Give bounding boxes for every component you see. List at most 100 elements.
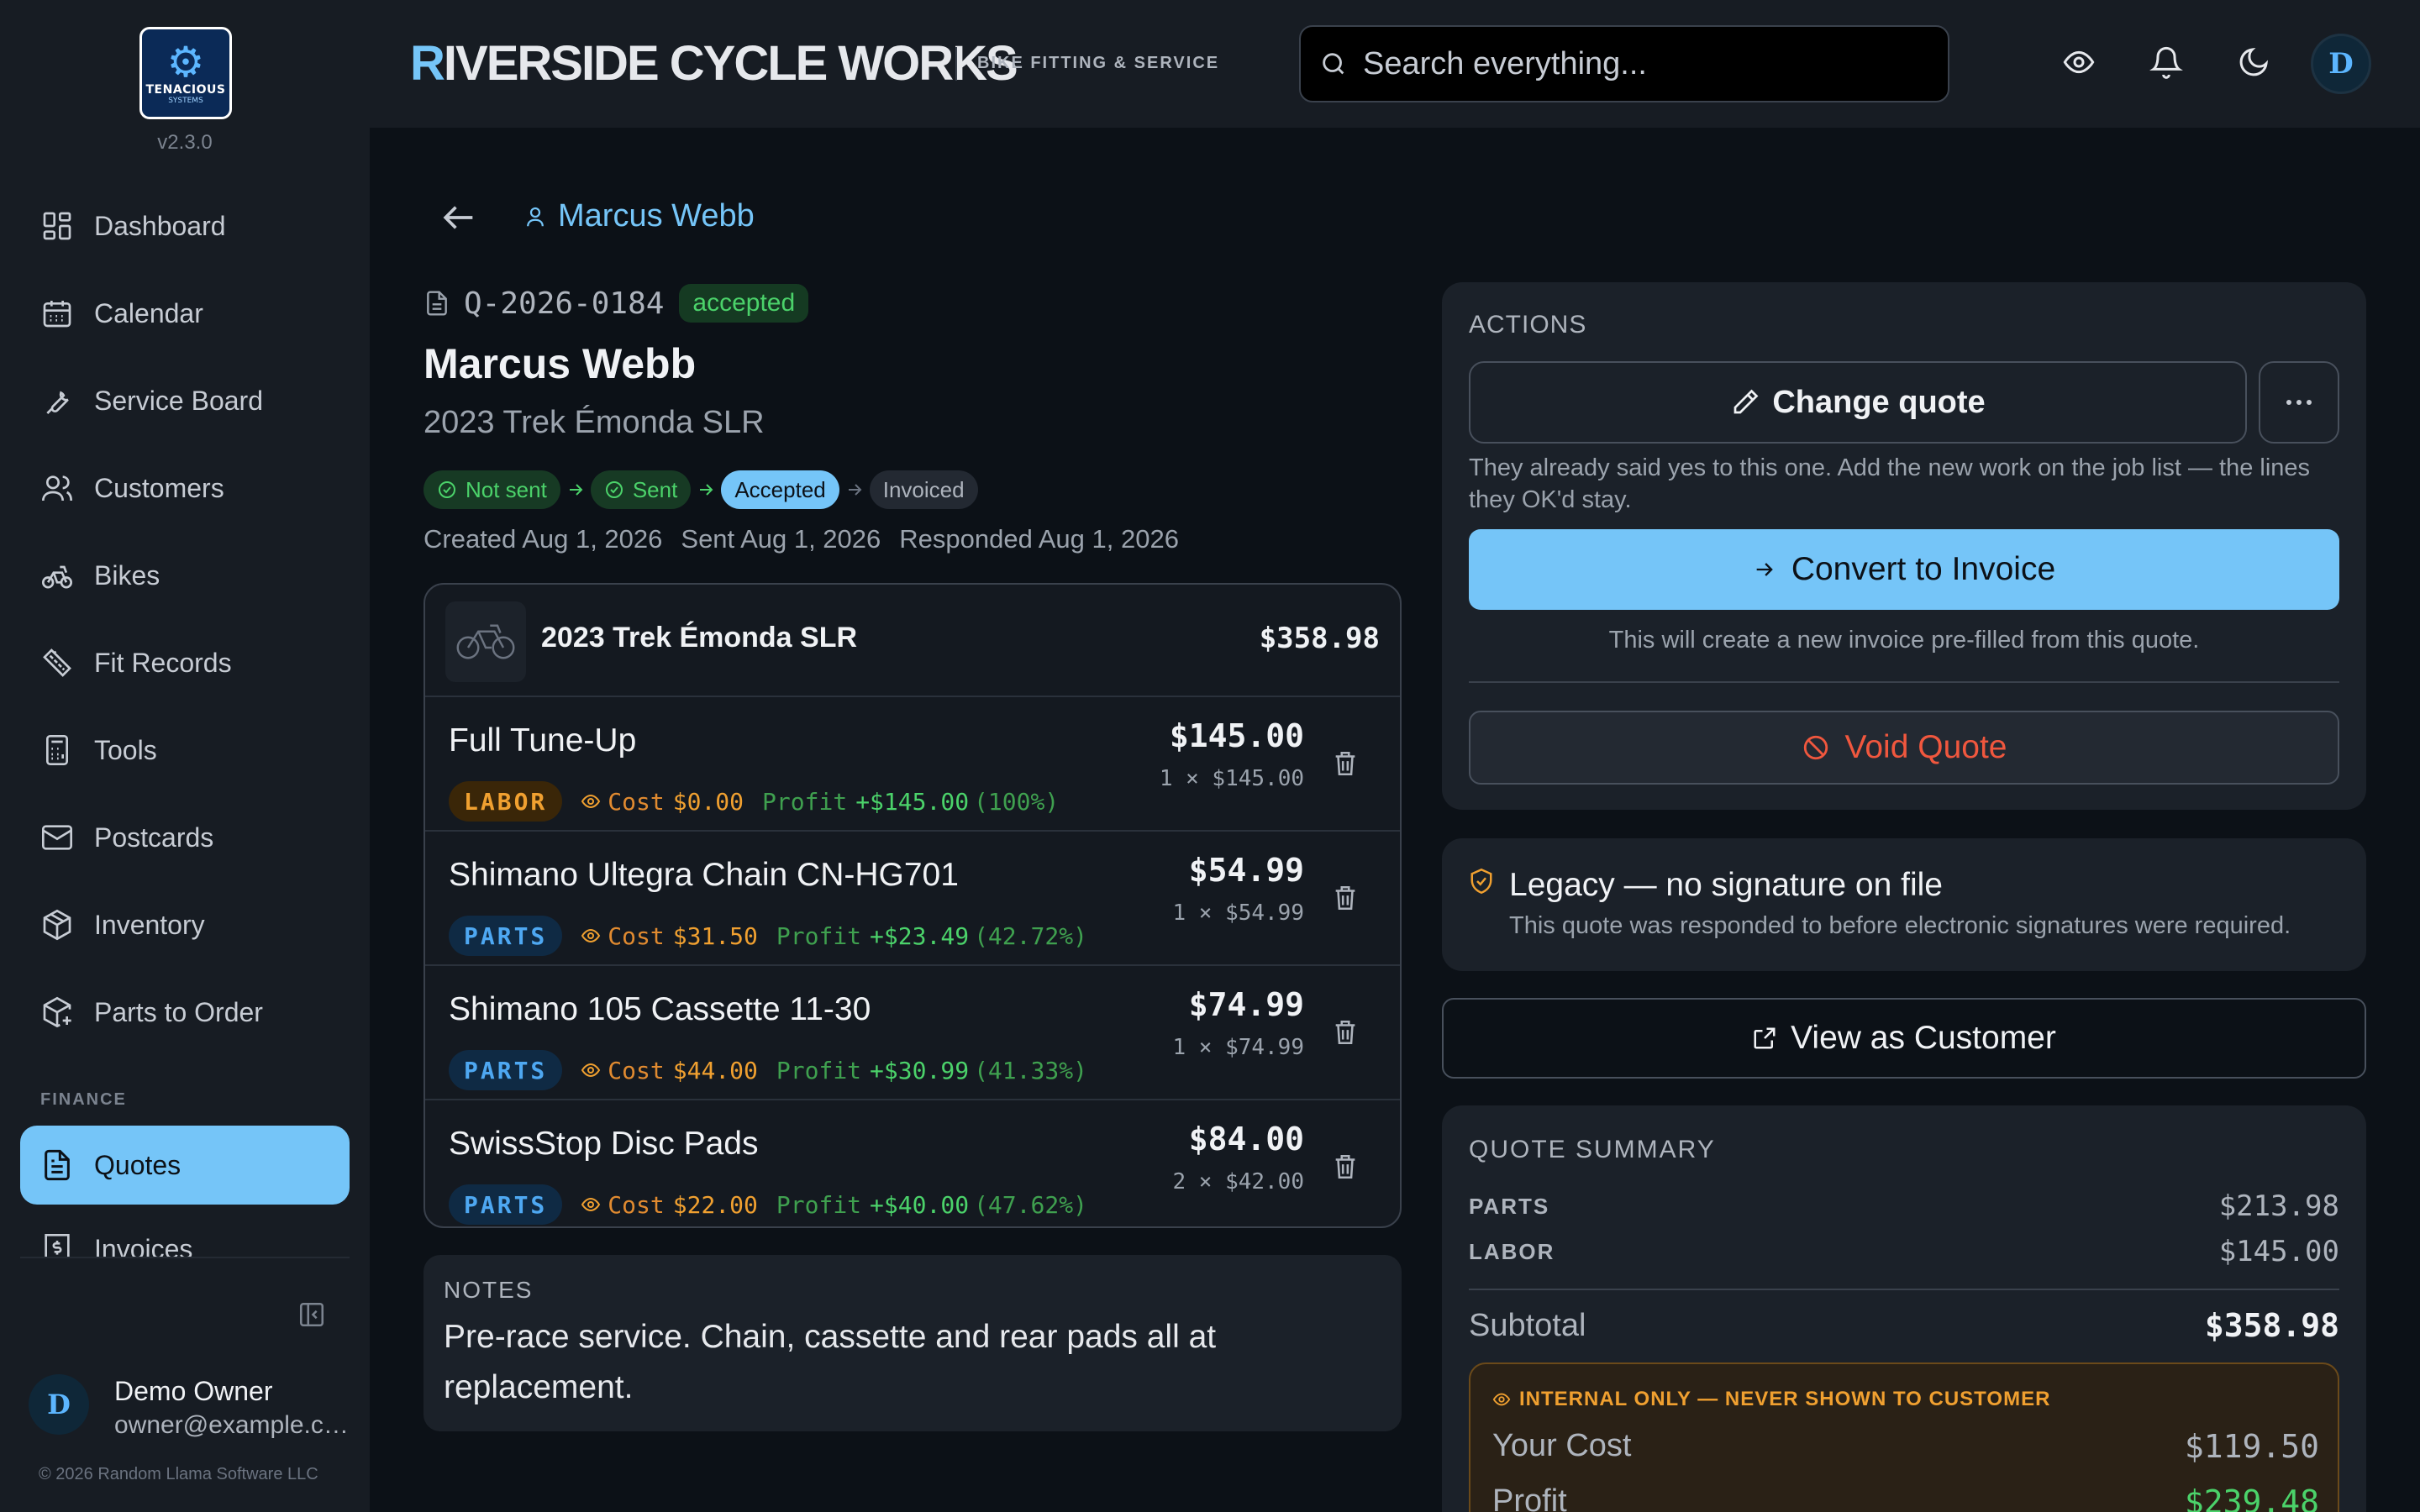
- line-item-name: SwissStop Disc Pads: [449, 1126, 759, 1162]
- arrow-right-icon: [848, 484, 862, 496]
- line-item-price: $74.99: [1188, 986, 1304, 1023]
- line-item[interactable]: Shimano Ultegra Chain CN-HG701 PARTS Cos…: [425, 830, 1400, 964]
- sidebar-item-parts-to-order[interactable]: Parts to Order: [20, 973, 350, 1052]
- ban-icon: [1803, 735, 1828, 760]
- ruler-icon: [43, 648, 71, 677]
- sidebar-item-label: Tools: [94, 734, 157, 765]
- quote-summary-card: QUOTE SUMMARY PARTS $213.98 LABOR $145.0…: [1442, 1105, 2366, 1512]
- convert-note: This will create a new invoice pre-fille…: [1608, 627, 2200, 654]
- step-accepted: Accepted: [721, 470, 839, 509]
- avatar[interactable]: D: [2311, 34, 2371, 94]
- profit-percent: (41.33%): [974, 1056, 1087, 1084]
- legacy-title: Legacy — no signature on file: [1509, 867, 1943, 903]
- divider: [1469, 681, 2339, 683]
- line-item-meta: LABOR Cost $0.00 Profit +$145.00 (100%): [449, 781, 1059, 822]
- internal-only-panel: INTERNAL ONLY — NEVER SHOWN TO CUSTOMER …: [1469, 1362, 2339, 1512]
- sidebar-item-label: Invoices: [94, 1233, 193, 1257]
- trash-icon[interactable]: [1331, 1016, 1360, 1048]
- cost-value: $22.00: [672, 1190, 758, 1219]
- internal-label: INTERNAL ONLY — NEVER SHOWN TO CUSTOMER: [1492, 1388, 2050, 1411]
- legacy-signature-notice: Legacy — no signature on file This quote…: [1442, 838, 2366, 971]
- bike-group-title: 2023 Trek Émonda SLR: [541, 622, 858, 654]
- sidebar-scroll-clip: Invoices: [20, 1210, 350, 1257]
- void-quote-button[interactable]: Void Quote: [1469, 711, 2339, 785]
- quote-id-row: Q-2026-0184 accepted: [424, 284, 809, 323]
- sidebar-item-label: Bikes: [94, 559, 160, 591]
- more-actions-button[interactable]: [2259, 361, 2339, 444]
- line-item-price: $84.00: [1188, 1121, 1304, 1158]
- trash-icon[interactable]: [1331, 882, 1360, 914]
- step-sent: Sent: [590, 470, 692, 509]
- user-avatar[interactable]: D: [29, 1374, 89, 1435]
- eye-icon: [581, 928, 601, 943]
- convert-to-invoice-button[interactable]: Convert to Invoice: [1469, 529, 2339, 610]
- sidebar-collapse-icon[interactable]: [297, 1300, 326, 1329]
- app-logo[interactable]: ⚙ TENACIOUS SYSTEMS: [139, 27, 232, 119]
- labor-value: $145.00: [2218, 1235, 2339, 1268]
- profit-value: $239.48: [2184, 1483, 2319, 1512]
- your-cost-row: Your Cost $119.50: [1492, 1428, 2319, 1465]
- trash-icon[interactable]: [1331, 748, 1360, 780]
- eye-icon: [1492, 1393, 1511, 1406]
- subtotal-value: $358.98: [2204, 1307, 2339, 1344]
- user-name: Demo Owner: [114, 1376, 273, 1406]
- gear-logo-icon: ⚙: [166, 38, 205, 87]
- trash-icon[interactable]: [1331, 1151, 1360, 1183]
- users-icon: [42, 475, 72, 501]
- line-item[interactable]: Shimano 105 Cassette 11-30 PARTS Cost $44…: [425, 964, 1400, 1099]
- eye-icon[interactable]: [2062, 45, 2096, 79]
- sidebar-item-invoices[interactable]: Invoices: [20, 1210, 350, 1257]
- line-item[interactable]: SwissStop Disc Pads PARTS Cost $22.00 Pro…: [425, 1099, 1400, 1226]
- moon-icon[interactable]: [2237, 45, 2270, 79]
- sidebar-item-dashboard[interactable]: Dashboard: [20, 186, 350, 265]
- bell-icon[interactable]: [2149, 45, 2183, 79]
- brand-initial: R: [410, 36, 445, 91]
- sidebar-item-bikes[interactable]: Bikes: [20, 536, 350, 615]
- search-input[interactable]: [1363, 45, 1918, 82]
- arrow-right-icon: [700, 484, 713, 496]
- cost-value: $44.00: [672, 1056, 758, 1084]
- sidebar-item-postcards[interactable]: Postcards: [20, 798, 350, 877]
- sidebar-item-service-board[interactable]: Service Board: [20, 361, 350, 440]
- labor-label: LABOR: [1469, 1238, 1555, 1264]
- actions-label: ACTIONS: [1469, 311, 1587, 339]
- type-badge: PARTS: [449, 1184, 563, 1225]
- sidebar-item-customers[interactable]: Customers: [20, 449, 350, 528]
- sidebar-item-quotes[interactable]: Quotes: [20, 1126, 350, 1205]
- dashboard-icon: [43, 212, 71, 240]
- brand-title[interactable]: RIVERSIDE CYCLE WORKS: [410, 35, 1018, 92]
- document-icon: [427, 291, 447, 316]
- package-icon: [43, 909, 71, 941]
- line-item-qty: 1 × $74.99: [1172, 1035, 1304, 1060]
- user-email: owner@example.com: [114, 1411, 350, 1439]
- subtotal-label: Subtotal: [1469, 1307, 1586, 1343]
- type-badge: PARTS: [449, 916, 563, 956]
- more-horizontal-icon: [2286, 400, 2312, 405]
- sidebar-item-tools[interactable]: Tools: [20, 711, 350, 790]
- created-date: Created Aug 1, 2026: [424, 524, 663, 554]
- breadcrumb[interactable]: Marcus Webb: [523, 198, 755, 234]
- change-quote-button[interactable]: Change quote: [1469, 361, 2247, 444]
- type-badge: LABOR: [449, 781, 563, 822]
- page-title: Marcus Webb: [424, 340, 697, 387]
- sidebar-item-label: Calendar: [94, 297, 203, 328]
- check-circle-icon: [439, 481, 455, 498]
- sidebar-item-inventory[interactable]: Inventory: [20, 885, 350, 964]
- change-quote-note: They already said yes to this one. Add t…: [1469, 454, 2311, 513]
- your-cost-label: Your Cost: [1492, 1428, 1632, 1463]
- eye-icon: [581, 794, 601, 809]
- global-search[interactable]: [1299, 25, 1949, 102]
- profit-value: +$40.00: [870, 1190, 970, 1219]
- view-as-customer-button[interactable]: View as Customer: [1442, 998, 2366, 1079]
- line-item[interactable]: Full Tune-Up LABOR Cost $0.00 Profit +$145…: [425, 696, 1400, 830]
- sidebar-item-fit-records[interactable]: Fit Records: [20, 623, 350, 702]
- line-item-meta: PARTS Cost $31.50 Profit +$23.49 (42.72%): [449, 916, 1087, 956]
- back-arrow-icon[interactable]: [434, 198, 486, 237]
- parts-label: PARTS: [1469, 1193, 1550, 1219]
- your-cost-value: $119.50: [2184, 1428, 2319, 1465]
- sidebar-divider: [20, 1257, 350, 1258]
- check-circle-icon: [605, 481, 623, 498]
- sidebar-item-calendar[interactable]: Calendar: [20, 274, 350, 353]
- bike-icon: [42, 565, 73, 589]
- summary-parts-row: PARTS $213.98: [1469, 1189, 2339, 1223]
